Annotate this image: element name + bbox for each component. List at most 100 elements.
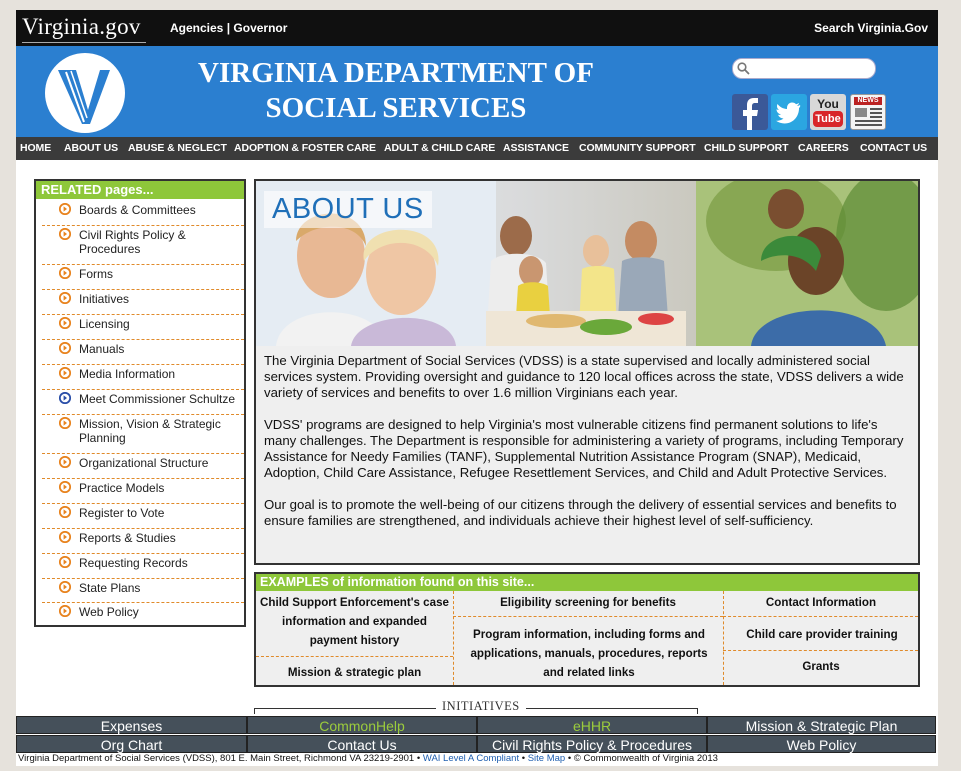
orange-arrow-icon — [59, 317, 71, 329]
orange-arrow-icon — [59, 417, 71, 429]
sidebar-item-label: Organizational Structure — [79, 456, 209, 470]
orange-arrow-icon — [59, 456, 71, 468]
facebook-icon[interactable] — [732, 94, 768, 130]
twitter-icon[interactable] — [771, 94, 807, 130]
about-us-banner-image: ABOUT US — [256, 181, 918, 346]
nav-about-us[interactable]: ABOUT US — [64, 142, 118, 154]
examples-panel: EXAMPLES of information found on this si… — [254, 572, 920, 687]
initiative-org-chart[interactable]: Org Chart — [16, 735, 247, 753]
virginia-gov-logo[interactable]: Virginia.gov — [22, 14, 146, 43]
orange-arrow-icon — [59, 605, 71, 617]
initiative-ehhr[interactable]: eHHR — [477, 716, 707, 734]
sidebar-item-label: Media Information — [79, 367, 176, 381]
nav-careers[interactable]: CAREERS — [798, 142, 849, 154]
sidebar-item[interactable]: Licensing — [42, 315, 244, 340]
sidebar-item[interactable]: Meet Commissioner Schultze — [42, 390, 244, 415]
nav-abuse-neglect[interactable]: ABUSE & NEGLECT — [128, 142, 227, 154]
related-pages-sidebar: RELATED pages... Boards & Committees Civi… — [34, 179, 246, 627]
search-icon[interactable] — [737, 62, 750, 75]
related-pages-title: RELATED pages... — [36, 181, 244, 199]
sidebar-item-label: Forms — [79, 267, 113, 281]
orange-arrow-icon — [59, 203, 71, 215]
about-us-panel: ABOUT US The Virginia Department of Soci… — [254, 179, 920, 565]
sidebar-item[interactable]: Mission, Vision & Strategic Planning — [42, 415, 244, 454]
sidebar-item[interactable]: Boards & Committees — [42, 201, 244, 226]
sidebar-item[interactable]: Web Policy — [42, 603, 244, 623]
example-grants[interactable]: Grants — [726, 657, 916, 676]
initiative-expenses[interactable]: Expenses — [16, 716, 247, 734]
example-mission-strategic-plan[interactable]: Mission & strategic plan — [258, 663, 451, 682]
sidebar-item-label: Manuals — [79, 342, 125, 356]
sidebar-item-label: Meet Commissioner Schultze — [79, 392, 236, 406]
nav-child-support[interactable]: CHILD SUPPORT — [704, 142, 789, 154]
vdss-v-logo[interactable] — [44, 52, 126, 134]
agency-title-line2: SOCIAL SERVICES — [265, 92, 527, 124]
sidebar-item-label: Register to Vote — [79, 506, 165, 520]
orange-arrow-icon — [59, 581, 71, 593]
footer-address: Virginia Department of Social Services (… — [18, 753, 415, 764]
about-paragraph-2: VDSS' programs are designed to help Virg… — [264, 417, 904, 480]
sidebar-item-label: Civil Rights Policy & Procedures — [79, 228, 186, 256]
example-eligibility-screening[interactable]: Eligibility screening for benefits — [456, 593, 720, 612]
example-child-support-enforcement[interactable]: Child Support Enforcement's case informa… — [258, 593, 451, 650]
examples-title: EXAMPLES of information found on this si… — [256, 574, 918, 591]
orange-arrow-icon — [59, 556, 71, 568]
page-frame: Virginia.gov Agencies | Governor Search … — [16, 10, 938, 766]
footer: Virginia Department of Social Services (… — [18, 753, 718, 764]
sidebar-item-label: Boards & Committees — [79, 203, 196, 217]
top-links: Agencies | Governor — [170, 21, 287, 35]
main-nav: HOME ABOUT US ABUSE & NEGLECT ADOPTION &… — [16, 137, 938, 160]
initiative-contact-us[interactable]: Contact Us — [247, 735, 477, 753]
orange-arrow-icon — [59, 342, 71, 354]
nav-adult-child-care[interactable]: ADULT & CHILD CARE — [384, 142, 495, 154]
initiative-web-policy[interactable]: Web Policy — [707, 735, 936, 753]
sidebar-item[interactable]: State Plans — [42, 579, 244, 603]
orange-arrow-icon — [59, 531, 71, 543]
sidebar-item-label: Web Policy — [79, 605, 139, 619]
nav-adoption-foster-care[interactable]: ADOPTION & FOSTER CARE — [234, 142, 376, 154]
sidebar-item[interactable]: Practice Models — [42, 479, 244, 504]
about-us-banner-title: ABOUT US — [264, 191, 432, 228]
sidebar-item-label: Mission, Vision & Strategic Planning — [79, 417, 221, 445]
about-paragraph-3: Our goal is to promote the well-being of… — [264, 497, 897, 528]
search-virginia-gov-link[interactable]: Search Virginia.Gov — [814, 21, 928, 35]
sidebar-item[interactable]: Requesting Records — [42, 554, 244, 579]
youtube-icon[interactable]: You Tube — [810, 94, 846, 130]
sidebar-item[interactable]: Forms — [42, 265, 244, 290]
nav-contact-us[interactable]: CONTACT US — [860, 142, 927, 154]
footer-site-map-link[interactable]: Site Map — [528, 753, 566, 764]
top-links-separator: | — [226, 21, 231, 35]
example-program-information[interactable]: Program information, including forms and… — [466, 625, 712, 682]
header: VIRGINIA DEPARTMENT OF SOCIAL SERVICES Y… — [16, 46, 938, 137]
sidebar-item[interactable]: Media Information — [42, 365, 244, 390]
orange-arrow-icon — [59, 228, 71, 240]
about-us-text: The Virginia Department of Social Servic… — [264, 353, 904, 545]
initiative-civil-rights-policy[interactable]: Civil Rights Policy & Procedures — [477, 735, 707, 753]
sidebar-item[interactable]: Initiatives — [42, 290, 244, 315]
nav-home[interactable]: HOME — [20, 142, 51, 154]
search-input[interactable] — [753, 61, 872, 75]
sidebar-item[interactable]: Civil Rights Policy & Procedures — [42, 226, 244, 265]
orange-arrow-icon — [59, 267, 71, 279]
sidebar-item[interactable]: Organizational Structure — [42, 454, 244, 479]
site-search-box[interactable] — [732, 58, 876, 79]
nav-community-support[interactable]: COMMUNITY SUPPORT — [579, 142, 696, 154]
governor-link[interactable]: Governor — [233, 21, 287, 35]
orange-arrow-icon — [59, 367, 71, 379]
example-child-care-provider-training[interactable]: Child care provider training — [726, 625, 918, 644]
footer-wai-link[interactable]: WAI Level A Compliant — [423, 753, 519, 764]
sidebar-item-label: Requesting Records — [79, 556, 188, 570]
agencies-link[interactable]: Agencies — [170, 21, 223, 35]
sidebar-item[interactable]: Register to Vote — [42, 504, 244, 529]
orange-arrow-icon — [59, 292, 71, 304]
agency-title: VIRGINIA DEPARTMENT OF SOCIAL SERVICES — [156, 56, 636, 126]
example-contact-information[interactable]: Contact Information — [726, 593, 916, 612]
news-icon[interactable]: NEWS — [850, 94, 886, 130]
sidebar-item[interactable]: Reports & Studies — [42, 529, 244, 554]
initiative-commonhelp[interactable]: CommonHelp — [247, 716, 477, 734]
initiative-mission-strategic-plan[interactable]: Mission & Strategic Plan — [707, 716, 936, 734]
blue-arrow-icon — [59, 392, 71, 404]
sidebar-item[interactable]: Manuals — [42, 340, 244, 365]
nav-assistance[interactable]: ASSISTANCE — [503, 142, 569, 154]
top-bar: Virginia.gov Agencies | Governor Search … — [16, 10, 938, 46]
